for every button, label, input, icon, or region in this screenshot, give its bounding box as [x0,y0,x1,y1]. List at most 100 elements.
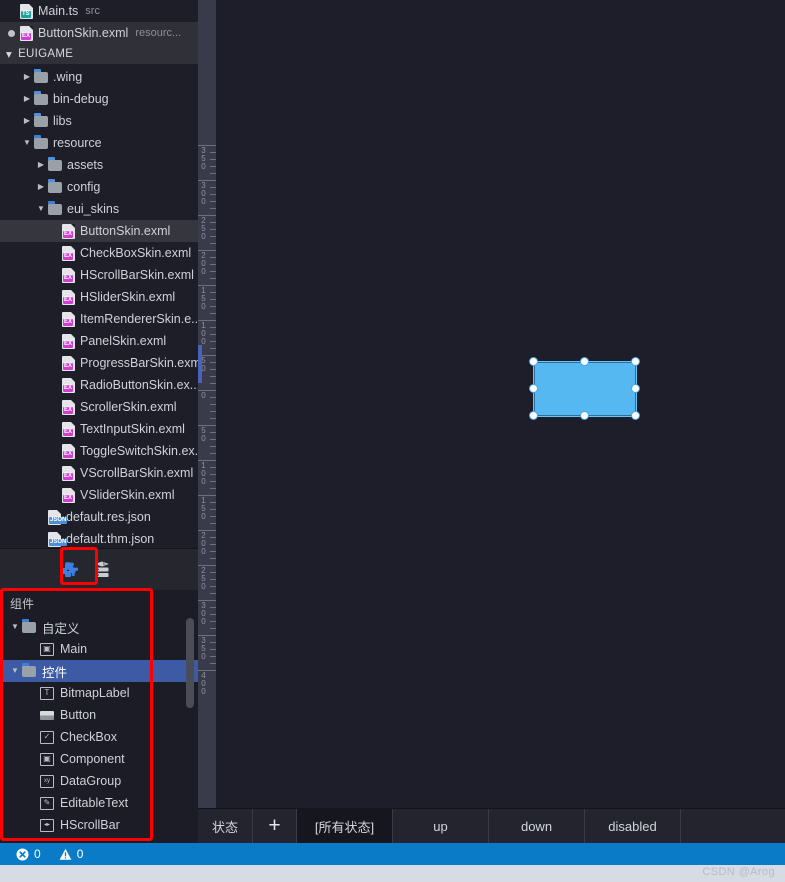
editable-text-icon: ✎ [40,797,54,810]
design-canvas[interactable] [216,0,785,808]
component-list-item[interactable]: ◂▸HScrollBar [0,814,198,836]
component-item-label: Component [60,752,125,766]
tree-row[interactable]: EXVScrollBarSkin.exml [0,462,198,484]
tree-row[interactable]: ▶ libs [0,110,198,132]
exml-file-icon: EX [62,224,75,239]
tree-row[interactable]: EXHScrollBarSkin.exml [0,264,198,286]
component-list-item[interactable]: Button [0,704,198,726]
tree-row[interactable]: EXButtonSkin.exml [0,220,198,242]
ruler-tick-label: 150 [199,287,208,311]
json-file-icon: JSON [48,510,61,525]
component-icon: ▣ [40,643,54,656]
tree-row[interactable]: EX HSliderSkin.exml [0,286,198,308]
folder-icon [48,160,62,171]
selected-rectangle-shape[interactable] [534,362,636,416]
exml-file-icon: EX [62,334,75,349]
project-header[interactable]: ▾ EUIGAME [0,44,198,64]
open-editor-tab[interactable]: EXButtonSkin.exmlresourc... [0,22,198,44]
tree-row[interactable]: EXToggleSwitchSkin.ex... [0,440,198,462]
tree-row[interactable]: ▶bin-debug [0,88,198,110]
tree-row[interactable]: EXItemRendererSkin.e... [0,308,198,330]
tree-row[interactable]: EXScrollerSkin.exml [0,396,198,418]
chevron-right-icon[interactable]: ▶ [34,183,48,191]
chevron-down-icon[interactable]: ▼ [8,623,22,631]
tree-row-label: VSliderSkin.exml [80,488,174,502]
tree-row-label: ProgressBarSkin.exml [80,356,198,370]
chevron-down-icon[interactable]: ▼ [20,139,34,147]
tree-row[interactable]: ▶assets [0,154,198,176]
chevron-down-icon[interactable]: ▼ [8,667,22,675]
error-circle-icon [16,848,29,861]
wing-ide-window: TSMain.tssrcEXButtonSkin.exmlresourc... … [0,0,785,882]
chevron-right-icon[interactable]: ▶ [20,117,34,125]
state-tab[interactable]: [所有状态] [297,809,393,843]
tree-row[interactable]: JSONdefault.res.json [0,506,198,528]
open-editor-tab[interactable]: TSMain.tssrc [0,0,198,22]
handle-e[interactable] [631,384,640,393]
handle-n[interactable] [580,357,589,366]
tree-row-label: config [67,180,100,194]
tree-row[interactable]: EXPanelSkin.exml [0,330,198,352]
tree-row-label: eui_skins [67,202,119,216]
handle-se[interactable] [631,411,640,420]
folder-open-icon [22,666,36,677]
handle-w[interactable] [529,384,538,393]
state-tab[interactable]: up [393,809,489,843]
components-scrollbar[interactable] [186,618,194,818]
tree-row[interactable]: ▶ config [0,176,198,198]
open-editor-filename: ButtonSkin.exml [38,26,128,40]
chevron-right-icon[interactable]: ▶ [34,161,48,169]
tree-row[interactable]: ▶.wing [0,66,198,88]
components-scrollbar-thumb[interactable] [186,618,194,708]
handle-nw[interactable] [529,357,538,366]
component-list-item[interactable]: ▼ 自定义 [0,616,198,638]
library-stack-icon[interactable]: E [92,560,112,580]
tree-row[interactable]: ▼ eui_skins [0,198,198,220]
exml-file-icon: EX [62,290,75,305]
folder-open-icon [22,622,36,633]
chevron-down-icon: ▾ [6,47,12,61]
folder-open-icon [34,138,48,149]
ruler-tick-label: 300 [199,602,208,626]
state-tab[interactable]: down [489,809,585,843]
component-item-label: 自定义 [42,618,80,637]
tree-row[interactable]: ▼resource [0,132,198,154]
component-list-item[interactable]: ✓CheckBox [0,726,198,748]
state-tab[interactable]: disabled [585,809,681,843]
svg-text:E: E [103,561,106,566]
component-list-item[interactable]: ▣Component [0,748,198,770]
text-label-icon: T [40,687,54,700]
component-list-item[interactable]: xyDataGroup [0,770,198,792]
warning-count: 0 [77,847,84,861]
handle-s[interactable] [580,411,589,420]
tree-row[interactable]: EXTextInputSkin.exml [0,418,198,440]
add-state-button[interactable]: + [253,809,297,843]
error-status-group[interactable]: 0 [16,847,41,861]
exml-file-icon: EX [62,488,75,503]
tree-row[interactable]: EXCheckBoxSkin.exml [0,242,198,264]
tree-row[interactable]: EX ProgressBarSkin.exml [0,352,198,374]
component-item-label: HScrollBar [60,818,120,832]
tree-row-label: HSliderSkin.exml [80,290,175,304]
tree-row-label: libs [53,114,72,128]
tree-row[interactable]: EXRadioButtonSkin.ex... [0,374,198,396]
exml-file-icon: EX [62,356,75,371]
handle-ne[interactable] [631,357,640,366]
tree-row[interactable]: JSONdefault.thm.json [0,528,198,550]
component-list-item[interactable]: ▼控件 [0,660,198,682]
tree-row[interactable]: EX VSliderSkin.exml [0,484,198,506]
chevron-down-icon[interactable]: ▼ [34,205,48,213]
exml-file-icon: EX [62,378,75,393]
ruler-tick-label: 200 [199,252,208,276]
chevron-right-icon[interactable]: ▶ [20,95,34,103]
component-list-item[interactable]: ▣ Main [0,638,198,660]
warning-status-group[interactable]: 0 [59,847,84,861]
component-item-label: Main [60,642,87,656]
handle-sw[interactable] [529,411,538,420]
chevron-right-icon[interactable]: ▶ [20,73,34,81]
vertical-ruler: 3503002502001501005005010015020025030035… [198,0,216,808]
component-list-item[interactable]: ✎EditableText [0,792,198,814]
exml-file-icon: EX [62,246,75,261]
components-puzzle-icon[interactable] [58,560,78,580]
component-list-item[interactable]: TBitmapLabel [0,682,198,704]
